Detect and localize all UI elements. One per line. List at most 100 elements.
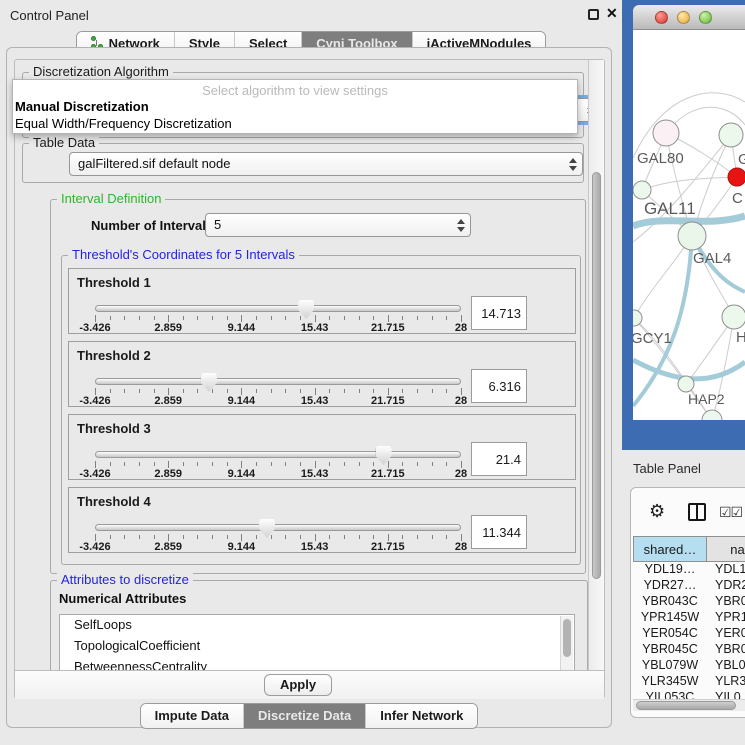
node-table-body[interactable]: YDL19…YDL1YDR27…YDR2YBR043CYBR0YPR145WYP…	[633, 562, 745, 699]
threshold-slider[interactable]	[95, 305, 461, 312]
tick-mark	[256, 535, 257, 539]
network-node-label: H	[736, 329, 745, 346]
threshold-row: Threshold 1 -3.4262.8599.14415.4321.7152…	[68, 268, 576, 334]
float-window-icon[interactable]	[588, 9, 599, 20]
network-node[interactable]	[722, 305, 745, 329]
apply-button[interactable]: Apply	[264, 674, 332, 696]
list-item[interactable]: SelfLoops	[60, 615, 574, 636]
tick-mark	[388, 534, 389, 541]
table-row[interactable]: YER054CYER0	[633, 626, 745, 642]
threshold-row: Threshold 3 -3.4262.8599.14415.4321.7152…	[68, 414, 576, 480]
control-panel-title: Control Panel	[10, 8, 89, 23]
number-of-intervals-combobox[interactable]: 5	[205, 213, 471, 237]
minimize-traffic-light-icon[interactable]	[677, 11, 690, 24]
tick-mark	[300, 462, 301, 466]
tick-mark	[227, 389, 228, 393]
tick-mark	[388, 461, 389, 468]
tab-infer-network[interactable]: Infer Network	[366, 704, 477, 728]
table-hscrollbar[interactable]	[633, 699, 745, 711]
scrollbar-thumb[interactable]	[636, 701, 736, 710]
tick-mark	[271, 462, 272, 466]
network-window-titlebar	[633, 5, 745, 30]
table-row[interactable]: YBL079WYBL0	[633, 658, 745, 674]
table-row[interactable]: YBR045CYBR0	[633, 642, 745, 658]
table-row[interactable]: YPR145WYPR1	[633, 610, 745, 626]
tick-mark	[271, 389, 272, 393]
network-graph[interactable]: GAL80GACGAL11GAL4GCY1HHAP2	[633, 30, 745, 420]
close-traffic-light-icon[interactable]	[655, 11, 668, 24]
table-row[interactable]: YIL053CYIL0	[633, 690, 745, 699]
tab-impute-data[interactable]: Impute Data	[141, 704, 244, 728]
tick-mark	[241, 534, 242, 541]
slider-tick-labels: -3.4262.8599.14415.4321.71528	[95, 395, 461, 407]
network-node-label: HAP2	[688, 391, 725, 407]
tick-label: 28	[455, 468, 467, 480]
tick-mark	[110, 389, 111, 393]
table-row[interactable]: YLR345WYLR3	[633, 674, 745, 690]
network-window: GAL80GACGAL11GAL4GCY1HHAP2	[622, 0, 745, 450]
threshold-slider[interactable]	[95, 451, 461, 458]
scrollbar-thumb[interactable]	[592, 172, 601, 579]
table-data-combobox[interactable]: galFiltered.sif default node	[69, 152, 583, 176]
tick-mark	[300, 316, 301, 320]
numerical-attributes-list[interactable]: SelfLoops TopologicalCoefficient Between…	[59, 614, 575, 670]
threshold-value-field[interactable]: 11.344	[471, 515, 527, 549]
tab-discretize-data[interactable]: Discretize Data	[244, 704, 366, 728]
tick-label: 2.859	[154, 541, 182, 553]
threshold-slider[interactable]	[95, 524, 461, 531]
threshold-value-field[interactable]: 21.4	[471, 442, 527, 476]
tick-mark	[344, 389, 345, 393]
network-node[interactable]	[719, 123, 743, 147]
table-panel: ⚙ ☑☑ shared… name YDL19…YDL1YDR27…YDR2YB…	[630, 487, 745, 718]
tick-label: 21.715	[371, 541, 405, 553]
network-node[interactable]	[633, 181, 651, 199]
column-header-name[interactable]: name	[707, 536, 745, 562]
list-item[interactable]: BetweennessCentrality	[60, 657, 574, 670]
network-node[interactable]	[678, 222, 706, 250]
network-canvas[interactable]: GAL80GACGAL11GAL4GCY1HHAP2	[633, 30, 745, 420]
tick-mark	[124, 535, 125, 539]
network-node[interactable]	[702, 410, 722, 420]
tick-mark	[344, 316, 345, 320]
network-node[interactable]	[633, 310, 642, 326]
list-item[interactable]: TopologicalCoefficient	[60, 636, 574, 657]
table-row[interactable]: YBR043CYBR0	[633, 594, 745, 610]
menu-item-equal-width-frequency[interactable]: Equal Width/Frequency Discretization	[15, 116, 232, 131]
split-columns-icon[interactable]	[688, 503, 706, 521]
tick-label: 28	[455, 395, 467, 407]
network-edge-highlight[interactable]	[633, 360, 745, 379]
close-icon[interactable]: ✕	[606, 5, 618, 22]
tick-mark	[417, 389, 418, 393]
discretize-data-panel: Discretization Algorithm Table Data galF…	[14, 59, 605, 699]
network-node[interactable]	[678, 376, 694, 392]
network-node-label: GAL80	[637, 150, 684, 167]
column-header-shared-name[interactable]: shared…	[633, 536, 707, 562]
tick-mark	[285, 462, 286, 466]
threshold-slider[interactable]	[95, 378, 461, 385]
tick-mark	[373, 316, 374, 320]
tick-label: -3.426	[79, 322, 110, 334]
list-scrollbar[interactable]	[560, 616, 573, 670]
control-panel-scrollbar[interactable]	[588, 60, 604, 670]
network-edge[interactable]	[642, 177, 737, 190]
tick-mark	[95, 315, 96, 322]
gear-icon[interactable]: ⚙	[649, 502, 665, 520]
tick-mark	[402, 462, 403, 466]
attributes-title: Attributes to discretize	[57, 572, 193, 587]
network-node[interactable]	[653, 120, 679, 146]
tick-label: 9.144	[228, 322, 256, 334]
network-node-label: GAL11	[644, 199, 696, 218]
tick-mark	[110, 535, 111, 539]
threshold-value-field[interactable]: 14.713	[471, 296, 527, 330]
menu-item-manual-discretization[interactable]: Manual Discretization	[15, 99, 149, 114]
tick-mark	[256, 462, 257, 466]
table-row[interactable]: YDL19…YDL1	[633, 562, 745, 578]
table-row[interactable]: YDR27…YDR2	[633, 578, 745, 594]
checkbox-filter-icons[interactable]: ☑☑	[719, 504, 742, 521]
zoom-traffic-light-icon[interactable]	[699, 11, 712, 24]
tick-label: 21.715	[371, 322, 405, 334]
network-node[interactable]	[728, 168, 745, 186]
tick-mark	[154, 462, 155, 466]
tick-mark	[271, 316, 272, 320]
threshold-value-field[interactable]: 6.316	[471, 369, 527, 403]
